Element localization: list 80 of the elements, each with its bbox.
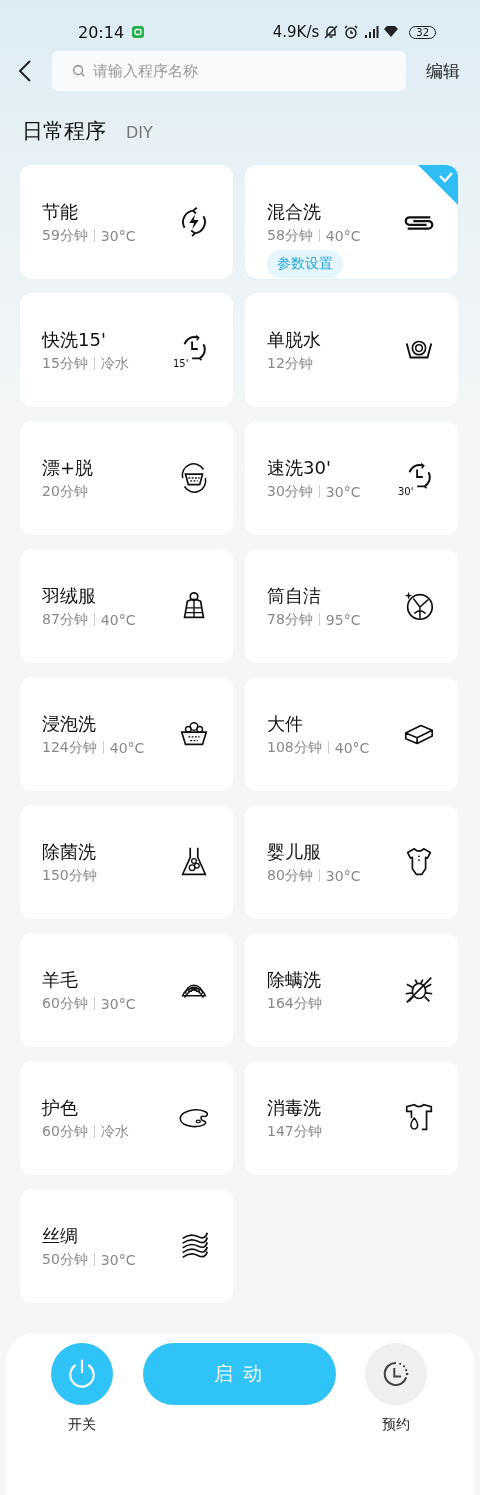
program-card[interactable]: 消毒洗 147分钟 bbox=[245, 1061, 458, 1175]
program-card[interactable]: 丝绸 50分钟 30°C bbox=[20, 1189, 233, 1303]
program-duration: 15分钟 bbox=[42, 354, 88, 373]
program-name: 快洗15' bbox=[42, 327, 107, 352]
program-card[interactable]: 羽绒服 87分钟 40°C bbox=[20, 549, 233, 663]
program-duration: 78分钟 bbox=[267, 610, 313, 629]
program-temperature: 30°C bbox=[325, 483, 361, 500]
program-temperature: 30°C bbox=[100, 995, 136, 1012]
program-duration: 60分钟 bbox=[42, 994, 88, 1013]
program-name: 丝绸 bbox=[42, 1223, 79, 1248]
network-speed: 4.9K/s bbox=[272, 23, 320, 41]
program-duration: 164分钟 bbox=[267, 994, 322, 1013]
program-name: 节能 bbox=[42, 199, 79, 224]
program-temperature: 30°C bbox=[100, 227, 136, 244]
power-label: 开关 bbox=[68, 1416, 96, 1434]
section-title: 日常程序 bbox=[22, 118, 106, 145]
program-duration: 87分钟 bbox=[42, 610, 88, 629]
program-name: 漂+脱 bbox=[42, 455, 95, 480]
program-temperature: 30°C bbox=[100, 1251, 136, 1268]
program-card[interactable]: 速洗30' 30分钟 30°C 30' bbox=[245, 421, 458, 535]
program-card[interactable]: 快洗15' 15分钟 冷水 15' bbox=[20, 293, 233, 407]
program-temperature: 冷水 bbox=[100, 354, 129, 373]
schedule-label: 预约 bbox=[382, 1416, 410, 1434]
selected-check-icon bbox=[418, 165, 458, 205]
program-temperature: 40°C bbox=[100, 611, 136, 628]
program-temperature: 40°C bbox=[325, 227, 361, 244]
program-name: 护色 bbox=[42, 1095, 79, 1120]
program-card[interactable]: 漂+脱 20分钟 bbox=[20, 421, 233, 535]
program-name: 大件 bbox=[267, 711, 304, 736]
program-temperature: 冷水 bbox=[100, 1122, 129, 1141]
program-duration: 124分钟 bbox=[42, 738, 97, 757]
signal-icon bbox=[363, 24, 380, 40]
edit-button[interactable]: 编辑 bbox=[426, 59, 460, 83]
drum-sparkle-icon bbox=[402, 589, 436, 623]
program-temperature: 30°C bbox=[325, 867, 361, 884]
program-card[interactable]: 筒自洁 78分钟 95°C bbox=[245, 549, 458, 663]
program-duration: 59分钟 bbox=[42, 226, 88, 245]
program-name: 混合洗 bbox=[267, 199, 322, 224]
program-name: 速洗30' bbox=[267, 455, 332, 480]
program-duration: 58分钟 bbox=[267, 226, 313, 245]
diy-tab[interactable]: DIY bbox=[126, 123, 153, 142]
app-notification-icon bbox=[132, 26, 145, 38]
program-duration: 20分钟 bbox=[42, 482, 88, 501]
program-card[interactable]: 混合洗 58分钟 40°C 参数设置 bbox=[245, 165, 458, 279]
program-duration: 147分钟 bbox=[267, 1122, 322, 1141]
program-temperature: 40°C bbox=[109, 739, 145, 756]
program-card[interactable]: 除菌洗 150分钟 bbox=[20, 805, 233, 919]
program-name: 除菌洗 bbox=[42, 839, 97, 864]
program-duration: 150分钟 bbox=[42, 866, 97, 885]
program-name: 浸泡洗 bbox=[42, 711, 97, 736]
program-duration: 60分钟 bbox=[42, 1122, 88, 1141]
muted-bell-icon bbox=[323, 24, 340, 40]
program-card[interactable]: 单脱水 12分钟 bbox=[245, 293, 458, 407]
program-duration: 80分钟 bbox=[267, 866, 313, 885]
alarm-icon bbox=[343, 24, 360, 40]
program-card[interactable]: 大件 108分钟 40°C bbox=[245, 677, 458, 791]
program-card[interactable]: 除螨洗 164分钟 bbox=[245, 933, 458, 1047]
program-duration: 12分钟 bbox=[267, 354, 313, 373]
search-field[interactable]: 请输入程序名称 bbox=[52, 51, 406, 91]
back-icon[interactable] bbox=[18, 59, 32, 83]
program-name: 消毒洗 bbox=[267, 1095, 322, 1120]
program-card[interactable]: 浸泡洗 124分钟 40°C bbox=[20, 677, 233, 791]
program-name: 婴儿服 bbox=[267, 839, 322, 864]
program-name: 羊毛 bbox=[42, 967, 79, 992]
program-duration: 30分钟 bbox=[267, 482, 313, 501]
program-card[interactable]: 节能 59分钟 30°C bbox=[20, 165, 233, 279]
program-duration: 108分钟 bbox=[267, 738, 322, 757]
program-card[interactable]: 护色 60分钟 冷水 bbox=[20, 1061, 233, 1175]
program-name: 羽绒服 bbox=[42, 583, 97, 608]
program-name: 除螨洗 bbox=[267, 967, 322, 992]
program-name: 筒自洁 bbox=[267, 583, 322, 608]
program-temperature: 95°C bbox=[325, 611, 361, 628]
program-card[interactable]: 婴儿服 80分钟 30°C bbox=[245, 805, 458, 919]
program-name: 单脱水 bbox=[267, 327, 322, 352]
program-card[interactable]: 羊毛 60分钟 30°C bbox=[20, 933, 233, 1047]
status-time: 20:14 bbox=[78, 22, 125, 42]
icon-label: 30' bbox=[398, 486, 414, 497]
icon-label: 15' bbox=[173, 358, 189, 369]
program-duration: 50分钟 bbox=[42, 1250, 88, 1269]
program-temperature: 40°C bbox=[334, 739, 370, 756]
